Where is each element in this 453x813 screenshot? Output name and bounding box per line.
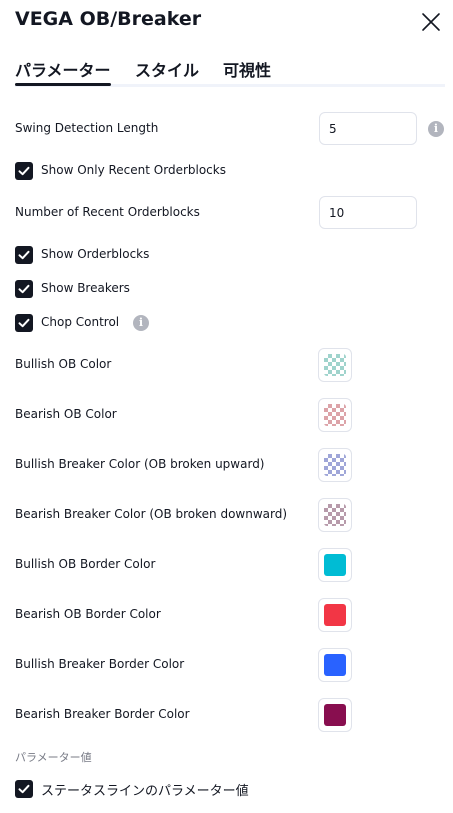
close-icon [422, 13, 440, 31]
tab-visibility[interactable]: 可視性 [223, 57, 271, 81]
show-orderblocks-checkbox[interactable] [15, 246, 33, 264]
color-picker-bullish-ob[interactable] [318, 348, 352, 382]
color-label-bearish-ob-border: Bearish OB Border Color [15, 607, 161, 621]
dialog-title: VEGA OB/Breaker [15, 8, 202, 30]
status-line-checkbox[interactable] [15, 780, 33, 798]
tab-parameters[interactable]: パラメーター [15, 57, 111, 81]
info-icon[interactable]: i [133, 315, 149, 331]
show-breakers-checkbox[interactable] [15, 280, 33, 298]
color-label-bullish-ob: Bullish OB Color [15, 357, 112, 371]
num-recent-label: Number of Recent Orderblocks [15, 205, 200, 219]
show-recent-checkbox[interactable] [15, 162, 33, 180]
color-label-bullish-ob-border: Bullish OB Border Color [15, 557, 156, 571]
color-picker-bullish-breaker[interactable] [318, 448, 352, 482]
color-swatch [324, 704, 346, 726]
checkmark-icon [18, 318, 30, 328]
color-picker-bearish-ob[interactable] [318, 398, 352, 432]
chop-control-checkbox[interactable] [15, 314, 33, 332]
checkmark-icon [18, 284, 30, 294]
num-recent-input[interactable] [319, 196, 417, 229]
color-label-bearish-breaker: Bearish Breaker Color (OB broken downwar… [15, 507, 288, 521]
chop-control-label[interactable]: Chop Control [41, 315, 119, 329]
color-label-bearish-breaker-border: Bearish Breaker Border Color [15, 707, 190, 721]
tab-style[interactable]: スタイル [135, 57, 199, 81]
status-line-label[interactable]: ステータスラインのパラメーター値 [41, 780, 249, 799]
checkmark-icon [18, 784, 30, 794]
section-title: パラメーター値 [15, 751, 92, 764]
color-picker-bearish-ob-border[interactable] [318, 598, 352, 632]
color-swatch [324, 404, 346, 426]
checkmark-icon [18, 166, 30, 176]
color-swatch [324, 604, 346, 626]
active-tab-indicator [15, 83, 111, 86]
show-breakers-label[interactable]: Show Breakers [41, 281, 130, 295]
color-swatch [324, 354, 346, 376]
color-picker-bullish-ob-border[interactable] [318, 548, 352, 582]
color-label-bullish-breaker-border: Bullish Breaker Border Color [15, 657, 185, 671]
color-label-bearish-ob: Bearish OB Color [15, 407, 117, 421]
color-picker-bullish-breaker-border[interactable] [318, 648, 352, 682]
info-icon[interactable]: i [428, 121, 444, 137]
show-orderblocks-label[interactable]: Show Orderblocks [41, 247, 149, 261]
close-button[interactable] [419, 10, 443, 34]
checkmark-icon [18, 250, 30, 260]
color-picker-bearish-breaker[interactable] [318, 498, 352, 532]
swing-length-input[interactable] [319, 112, 417, 145]
swing-length-label: Swing Detection Length [15, 121, 159, 135]
show-recent-label[interactable]: Show Only Recent Orderblocks [41, 163, 226, 177]
color-label-bullish-breaker: Bullish Breaker Color (OB broken upward) [15, 457, 265, 471]
color-swatch [324, 554, 346, 576]
color-swatch [324, 454, 346, 476]
color-picker-bearish-breaker-border[interactable] [318, 698, 352, 732]
color-swatch [324, 654, 346, 676]
color-swatch [324, 504, 346, 526]
